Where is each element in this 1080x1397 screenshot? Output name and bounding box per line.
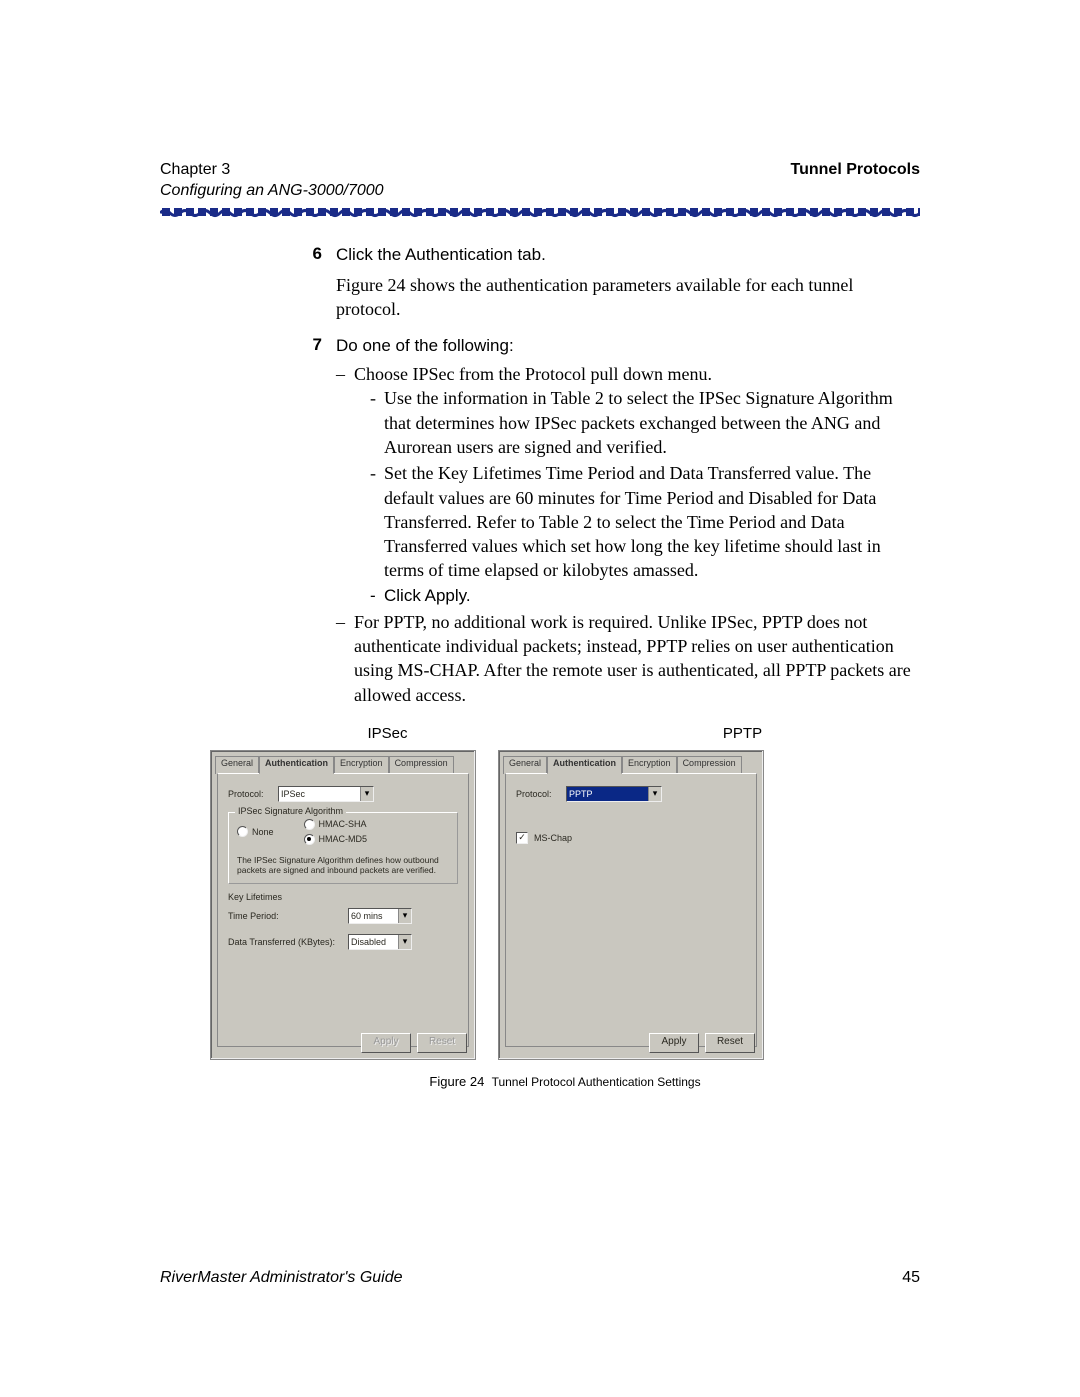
tab-authentication[interactable]: Authentication bbox=[259, 756, 334, 774]
protocol-select[interactable]: IPSec ▾ bbox=[278, 786, 374, 802]
figure-label-ipsec: IPSec bbox=[258, 725, 518, 742]
signature-legend: IPSec Signature Algorithm bbox=[235, 806, 346, 816]
topic-title: Tunnel Protocols bbox=[791, 160, 920, 202]
step-7-bullet-pptp: For PPTP, no additional work is required… bbox=[354, 610, 920, 707]
time-period-select[interactable]: 60 mins ▾ bbox=[348, 908, 412, 924]
tab-encryption[interactable]: Encryption bbox=[622, 756, 677, 774]
dropdown-arrow-icon: ▾ bbox=[398, 935, 411, 949]
dropdown-arrow-icon: ▾ bbox=[398, 909, 411, 923]
dropdown-arrow-icon: ▾ bbox=[360, 787, 373, 801]
step-6-title: Click the Authentication tab. bbox=[336, 244, 920, 267]
tab-general[interactable]: General bbox=[215, 756, 259, 774]
radio-hmac-sha[interactable] bbox=[304, 819, 315, 830]
tab-authentication[interactable]: Authentication bbox=[547, 756, 622, 774]
apply-button[interactable]: Apply bbox=[361, 1033, 411, 1053]
dropdown-arrow-icon: ▾ bbox=[648, 787, 661, 801]
radio-md5-label: HMAC-MD5 bbox=[319, 834, 368, 844]
radio-none-label: None bbox=[252, 827, 274, 837]
protocol-label: Protocol: bbox=[228, 789, 278, 799]
data-transferred-select[interactable]: Disabled ▾ bbox=[348, 934, 412, 950]
step-6: 6 Click the Authentication tab. Figure 2… bbox=[290, 244, 920, 322]
key-lifetimes-label: Key Lifetimes bbox=[228, 892, 458, 902]
tab-compression[interactable]: Compression bbox=[677, 756, 742, 774]
chapter-subtitle: Configuring an ANG-3000/7000 bbox=[160, 181, 384, 202]
figure-caption: Figure 24 Tunnel Protocol Authentication… bbox=[210, 1074, 920, 1089]
tab-encryption[interactable]: Encryption bbox=[334, 756, 389, 774]
time-period-label: Time Period: bbox=[228, 911, 348, 921]
step-7-sub-c: Click Apply. bbox=[384, 585, 920, 608]
step-7: 7 Do one of the following: Choose IPSec … bbox=[290, 335, 920, 709]
data-transferred-label: Data Transferred (KBytes): bbox=[228, 937, 348, 947]
step-6-para: Figure 24 shows the authentication param… bbox=[336, 273, 920, 322]
figure-label-pptp: PPTP bbox=[613, 725, 873, 742]
header-divider bbox=[160, 208, 920, 216]
signature-algorithm-group: IPSec Signature Algorithm None HMAC-SHA … bbox=[228, 812, 458, 884]
step-7-sub-a: Use the information in Table 2 to select… bbox=[384, 386, 920, 459]
mschap-label: MS-Chap bbox=[534, 833, 572, 843]
step-number: 7 bbox=[290, 335, 336, 709]
apply-button[interactable]: Apply bbox=[649, 1033, 699, 1053]
protocol-select[interactable]: PPTP ▾ bbox=[566, 786, 662, 802]
reset-button[interactable]: Reset bbox=[417, 1033, 467, 1053]
step-7-bullet-ipsec: Choose IPSec from the Protocol pull down… bbox=[354, 362, 920, 608]
step-number: 6 bbox=[290, 244, 336, 322]
protocol-label: Protocol: bbox=[516, 789, 566, 799]
mschap-checkbox[interactable]: ✓ bbox=[516, 832, 528, 844]
radio-none[interactable] bbox=[237, 826, 248, 837]
ipsec-auth-panel: General Authentication Encryption Compre… bbox=[210, 750, 476, 1060]
page-footer: RiverMaster Administrator's Guide 45 bbox=[160, 1269, 920, 1287]
tab-compression[interactable]: Compression bbox=[389, 756, 454, 774]
radio-hmac-md5[interactable] bbox=[304, 834, 315, 845]
step-7-sub-b: Set the Key Lifetimes Time Period and Da… bbox=[384, 461, 920, 582]
chapter-label: Chapter 3 bbox=[160, 160, 384, 181]
pptp-auth-panel: General Authentication Encryption Compre… bbox=[498, 750, 764, 1060]
footer-guide-name: RiverMaster Administrator's Guide bbox=[160, 1269, 403, 1287]
radio-sha-label: HMAC-SHA bbox=[319, 819, 367, 829]
tab-general[interactable]: General bbox=[503, 756, 547, 774]
step-7-title: Do one of the following: bbox=[336, 335, 920, 358]
reset-button[interactable]: Reset bbox=[705, 1033, 755, 1053]
page-number: 45 bbox=[902, 1269, 920, 1287]
page-header: Chapter 3 Configuring an ANG-3000/7000 T… bbox=[160, 160, 920, 202]
signature-description: The IPSec Signature Algorithm defines ho… bbox=[237, 855, 449, 875]
